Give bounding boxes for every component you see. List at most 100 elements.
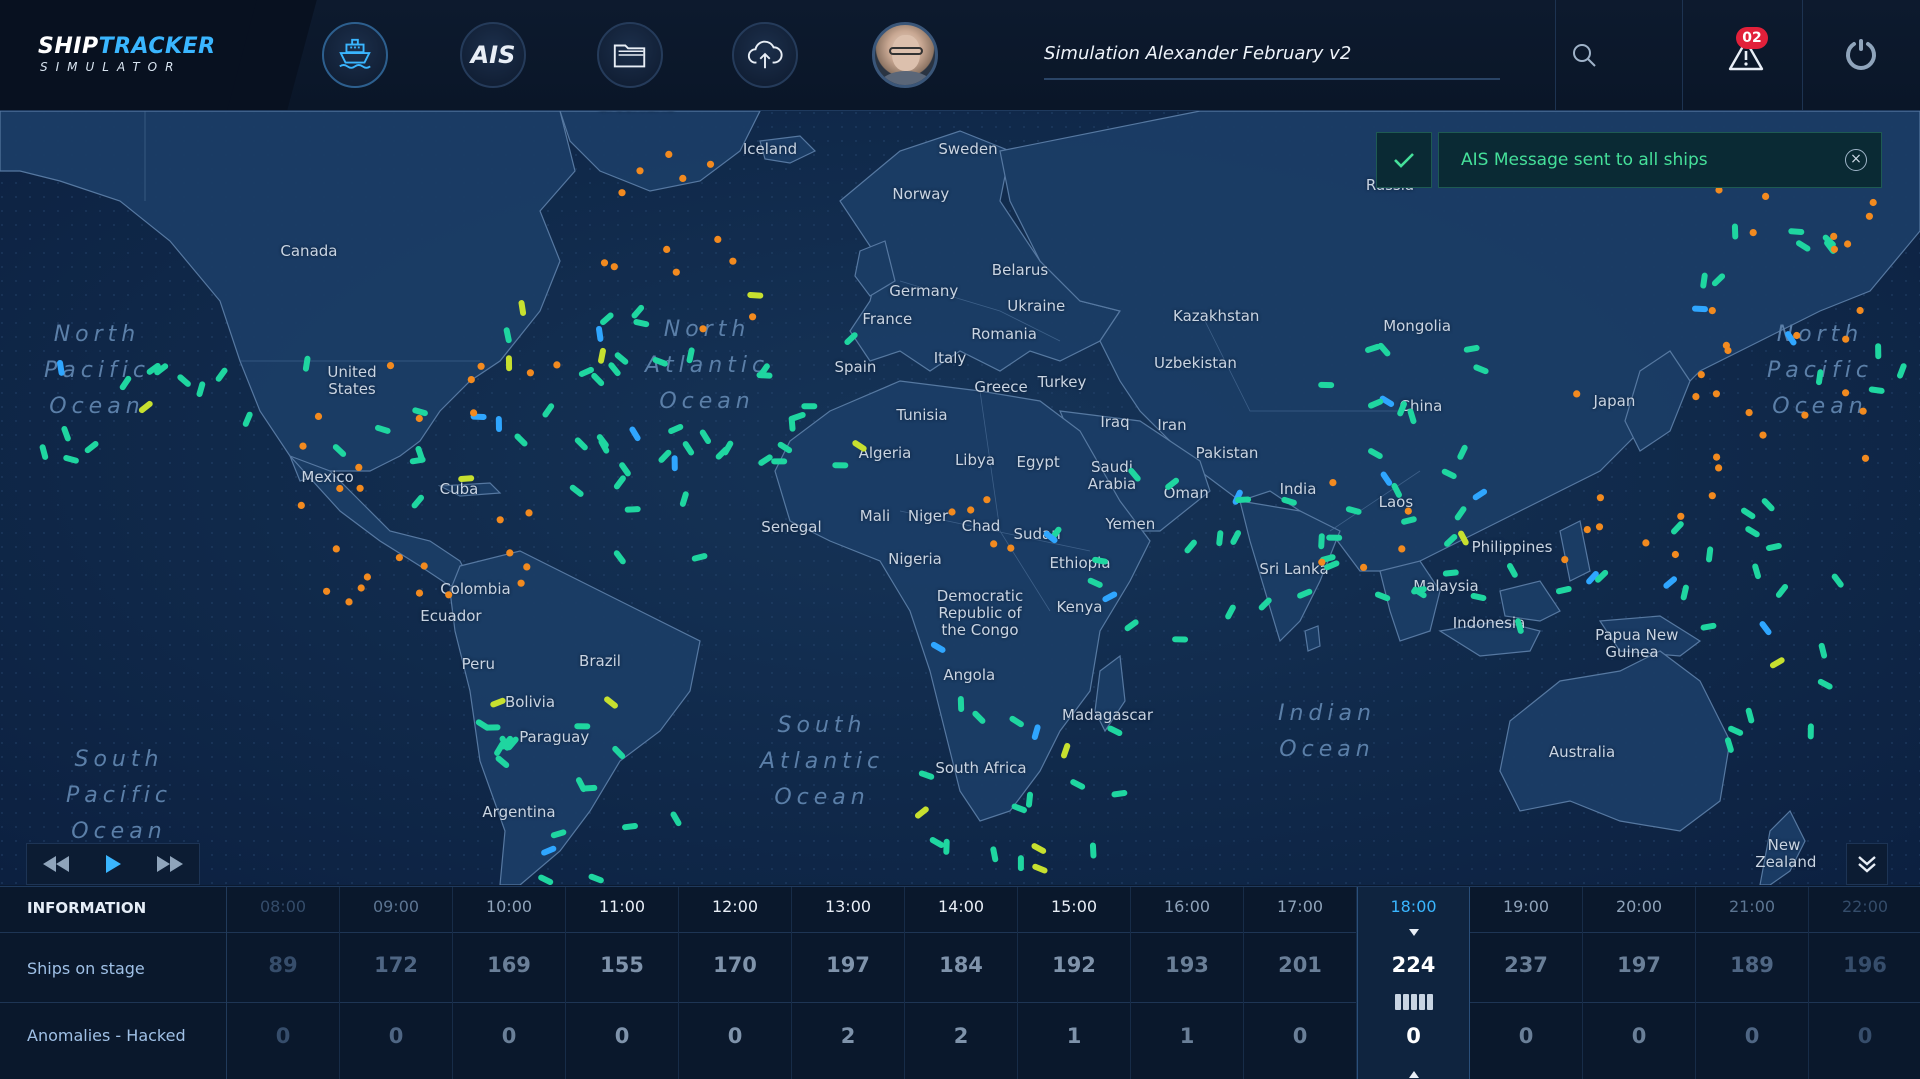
ship-marker[interactable] [1257,596,1273,612]
ship-marker[interactable] [1680,584,1689,601]
anomaly-marker[interactable] [1329,479,1337,487]
ship-marker[interactable] [1060,742,1071,759]
ship-marker[interactable] [957,696,965,712]
ship-marker[interactable] [1216,530,1224,547]
anomaly-marker[interactable] [1697,371,1705,379]
anomaly-marker[interactable] [990,540,998,548]
ship-marker[interactable] [1454,505,1468,522]
anomaly-marker[interactable] [706,160,715,168]
ship-marker[interactable] [61,425,72,442]
anomaly-marker[interactable] [386,362,395,370]
ship-marker[interactable] [410,494,425,510]
anomaly-marker[interactable] [967,506,975,514]
anomaly-marker[interactable] [363,573,371,581]
ship-marker[interactable] [1123,618,1139,632]
anomaly-marker[interactable] [1801,411,1809,419]
ship-marker[interactable] [1224,604,1237,621]
anomaly-marker[interactable] [1861,454,1870,462]
ship-marker[interactable] [679,491,689,508]
anomaly-marker[interactable] [1793,331,1801,340]
ship-marker[interactable] [971,710,987,726]
ship-marker[interactable] [757,453,774,467]
ship-marker[interactable] [699,428,713,445]
ship-marker[interactable] [599,311,615,326]
ship-marker[interactable] [503,327,512,344]
timeline-drag-handle[interactable] [1394,994,1433,1010]
anomaly-marker[interactable] [1671,550,1679,559]
anomaly-marker[interactable] [1708,492,1716,500]
ship-marker[interactable] [458,475,475,482]
ship-marker[interactable] [930,641,947,654]
timeline-column[interactable]: 12:00 170 0 [679,887,792,1079]
timeline-column[interactable]: 21:00 189 0 [1696,887,1809,1079]
anomaly-marker[interactable] [323,587,331,595]
ship-marker[interactable] [1788,228,1805,235]
ship-marker[interactable] [1875,343,1882,360]
anomaly-marker[interactable] [600,259,609,267]
ship-marker[interactable] [789,411,806,422]
anomaly-marker[interactable] [1583,526,1591,534]
anomaly-marker[interactable] [1859,407,1867,415]
fast-forward-button[interactable] [150,849,190,879]
ship-marker[interactable] [1127,467,1142,483]
ship-marker[interactable] [1769,656,1786,669]
anomaly-marker[interactable] [467,376,475,384]
ship-marker[interactable] [1172,636,1189,643]
ship-marker[interactable] [1443,533,1459,548]
ship-marker[interactable] [1472,364,1489,376]
ship-marker[interactable] [138,400,154,415]
ship-marker[interactable] [1374,591,1391,602]
folder-button[interactable] [597,22,663,88]
ship-marker[interactable] [484,724,501,731]
anomaly-marker[interactable] [445,591,453,599]
anomaly-marker[interactable] [415,414,423,423]
ship-marker[interactable] [1711,272,1727,287]
anomaly-marker[interactable] [357,584,365,592]
ship-marker[interactable] [843,331,859,346]
ship-marker[interactable] [1229,529,1242,546]
ship-marker[interactable] [603,695,619,710]
ship-marker[interactable] [1390,482,1403,499]
ship-marker[interactable] [1662,575,1678,590]
ship-marker[interactable] [633,319,650,328]
anomaly-marker[interactable] [1715,464,1723,472]
anomaly-marker[interactable] [1318,558,1326,566]
ship-marker[interactable] [851,439,868,453]
anomaly-marker[interactable] [470,409,478,417]
ship-marker[interactable] [513,432,529,448]
collapse-panel-button[interactable] [1846,843,1888,885]
ship-marker[interactable] [943,838,950,855]
anomaly-marker[interactable] [1830,245,1838,253]
anomaly-marker[interactable] [526,369,535,377]
timeline-column[interactable]: 20:00 197 0 [1583,887,1696,1079]
ship-marker[interactable] [541,402,555,419]
ship-marker[interactable] [1472,488,1489,502]
ship-marker[interactable] [1326,534,1343,541]
logo[interactable]: SHIPTRACKER SIMULATOR [0,0,272,110]
anomaly-marker[interactable] [395,554,403,562]
ship-marker[interactable] [669,810,682,827]
ship-marker[interactable] [832,462,849,469]
close-icon[interactable]: × [1845,149,1867,171]
anomaly-marker[interactable] [1865,212,1873,220]
ship-marker[interactable] [1400,516,1417,526]
ship-marker[interactable] [332,443,348,458]
ship-marker[interactable] [495,416,502,432]
ship-marker[interactable] [1456,444,1468,461]
anomaly-marker[interactable] [496,516,504,524]
ship-marker[interactable] [518,300,527,317]
anomaly-marker[interactable] [1869,198,1877,207]
timeline-column[interactable]: 10:00 169 0 [453,887,566,1079]
ship-marker[interactable] [624,506,641,513]
anomaly-marker[interactable] [729,257,737,265]
ship-marker[interactable] [1407,408,1417,425]
ship-marker[interactable] [801,403,818,410]
ship-marker[interactable] [613,351,629,366]
anomaly-marker[interactable] [332,545,340,553]
timeline-column[interactable]: 15:00 192 1 [1018,887,1131,1079]
cloud-upload-button[interactable] [732,22,798,88]
ship-marker[interactable] [1111,790,1128,798]
ship-marker[interactable] [1164,477,1180,492]
ship-marker[interactable] [914,805,930,820]
ship-marker[interactable] [1031,724,1041,741]
